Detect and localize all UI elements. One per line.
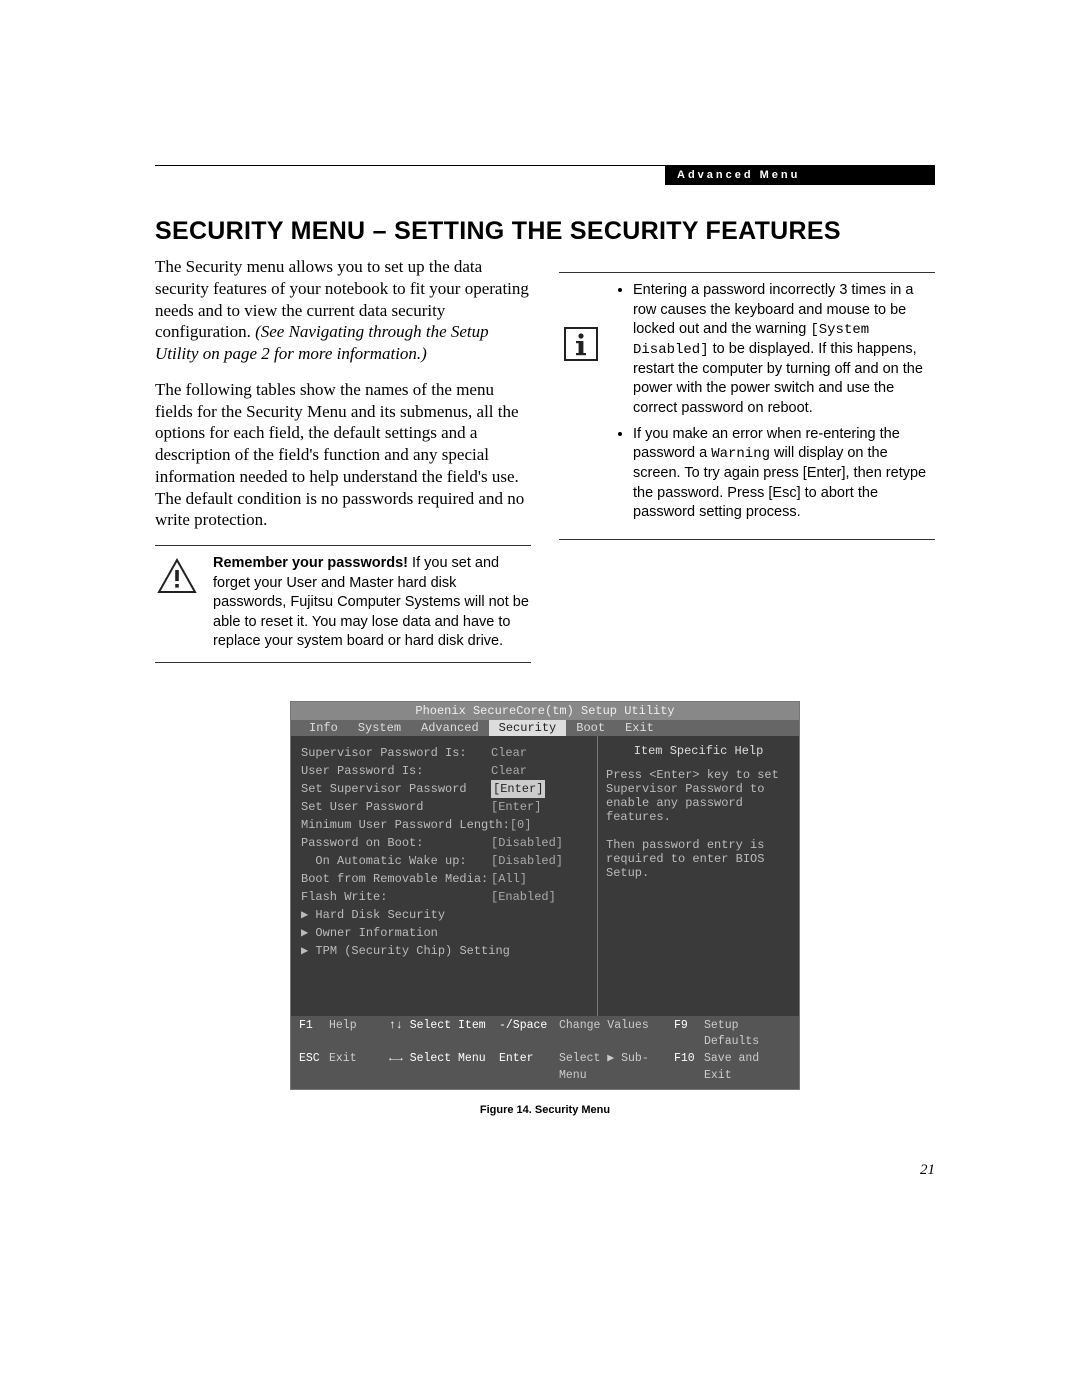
bios-field-label: User Password Is: [301, 762, 491, 780]
bios-field-label: Supervisor Password Is: [301, 744, 491, 762]
bios-field-label: Boot from Removable Media: [301, 870, 491, 888]
bios-field-row: On Automatic Wake up:[Disabled] [301, 852, 591, 870]
b1a: Entering a password incorrectly 3 times … [633, 282, 913, 337]
intro-paragraph-2: The following tables show the names of t… [155, 379, 531, 531]
info-text: Entering a password incorrectly 3 times … [617, 281, 935, 529]
select-submenu-label: Select ▶ Sub-Menu [559, 1051, 674, 1084]
bios-field-label: Minimum User Password Length: [301, 816, 510, 834]
bios-field-value: Clear [491, 744, 527, 762]
page-title: SECURITY MENU – SETTING THE SECURITY FEA… [155, 217, 935, 246]
bios-field-label: Flash Write: [301, 888, 491, 906]
left-column: The Security menu allows you to set up t… [155, 256, 531, 663]
arrows-lr: ←→ Select Menu [389, 1051, 499, 1084]
bios-footer-row-2: ESC Exit ←→ Select Menu Enter Select ▶ S… [299, 1051, 791, 1084]
setup-defaults-label: Setup Defaults [704, 1018, 791, 1051]
bios-field-value: [Disabled] [491, 852, 563, 870]
bios-tab-security: Security [489, 720, 567, 736]
bios-footer: F1 Help ↑↓ Select Item -/Space Change Va… [291, 1016, 799, 1089]
bios-field-value: Clear [491, 762, 527, 780]
bios-field-value: [0] [510, 816, 532, 834]
bios-figure: Phoenix SecureCore(tm) Setup Utility Inf… [290, 701, 800, 1116]
warning-icon [155, 554, 199, 594]
bios-tab-bar: InfoSystemAdvancedSecurityBootExit [291, 720, 799, 736]
f10-key: F10 [674, 1051, 704, 1084]
f1-label: Help [329, 1018, 389, 1051]
bios-field-row: Set Supervisor Password[Enter] [301, 780, 591, 798]
f9-key: F9 [674, 1018, 704, 1051]
info-bullet-1: Entering a password incorrectly 3 times … [633, 281, 935, 419]
bios-field-label: ▶ Hard Disk Security [301, 906, 491, 924]
f1-key: F1 [299, 1018, 329, 1051]
bios-field-label: On Automatic Wake up: [301, 852, 491, 870]
enter-key: Enter [499, 1051, 559, 1084]
exit-label: Exit [329, 1051, 389, 1084]
info-icon [559, 281, 603, 361]
warning-callout: Remember your passwords! If you set and … [155, 545, 531, 663]
bios-tab-boot: Boot [566, 720, 615, 736]
bios-field-value: [Enter] [491, 780, 545, 798]
esc-key: ESC [299, 1051, 329, 1084]
document-page: Advanced Menu SECURITY MENU – SETTING TH… [0, 0, 1080, 1397]
bios-fields-panel: Supervisor Password Is:ClearUser Passwor… [291, 736, 597, 1016]
arrows-ud: ↑↓ Select Item [389, 1018, 499, 1051]
bios-field-value: [Enter] [491, 798, 541, 816]
bios-field-row: Password on Boot:[Disabled] [301, 834, 591, 852]
info-callout: Entering a password incorrectly 3 times … [559, 272, 935, 540]
bios-field-label: Set User Password [301, 798, 491, 816]
bios-tab-info: Info [299, 720, 348, 736]
bios-field-label: ▶ TPM (Security Chip) Setting [301, 942, 510, 960]
bios-field-label: Password on Boot: [301, 834, 491, 852]
bios-field-value: [Disabled] [491, 834, 563, 852]
bios-title: Phoenix SecureCore(tm) Setup Utility [291, 702, 799, 720]
b2-code: Warning [711, 446, 770, 462]
bios-window: Phoenix SecureCore(tm) Setup Utility Inf… [290, 701, 800, 1090]
bios-field-row: User Password Is:Clear [301, 762, 591, 780]
bios-body: Supervisor Password Is:ClearUser Passwor… [291, 736, 799, 1016]
bios-tab-advanced: Advanced [411, 720, 489, 736]
warning-bold: Remember your passwords! [213, 555, 408, 571]
body-columns: The Security menu allows you to set up t… [155, 256, 935, 663]
bios-field-row: ▶ Owner Information [301, 924, 591, 942]
bios-field-row: ▶ Hard Disk Security [301, 906, 591, 924]
bios-field-value: [Enabled] [491, 888, 556, 906]
change-values-label: Change Values [559, 1018, 674, 1051]
bios-field-row: Supervisor Password Is:Clear [301, 744, 591, 762]
bios-footer-row-1: F1 Help ↑↓ Select Item -/Space Change Va… [299, 1018, 791, 1051]
bios-help-body: Press <Enter> key to set Supervisor Pass… [606, 768, 791, 880]
right-column: Entering a password incorrectly 3 times … [559, 256, 935, 663]
bios-field-row: Minimum User Password Length:[0] [301, 816, 591, 834]
bios-field-row: Set User Password[Enter] [301, 798, 591, 816]
chapter-tag: Advanced Menu [665, 165, 935, 185]
bios-field-row: Flash Write:[Enabled] [301, 888, 591, 906]
intro-paragraph-1: The Security menu allows you to set up t… [155, 256, 531, 365]
page-number: 21 [920, 1162, 935, 1179]
bios-field-row: Boot from Removable Media:[All] [301, 870, 591, 888]
save-exit-label: Save and Exit [704, 1051, 791, 1084]
bios-help-panel: Item Specific Help Press <Enter> key to … [597, 736, 799, 1016]
info-bullet-2: If you make an error when re-entering th… [633, 425, 935, 523]
bios-field-label: Set Supervisor Password [301, 780, 491, 798]
bios-help-title: Item Specific Help [606, 744, 791, 758]
space-key: -/Space [499, 1018, 559, 1051]
bios-field-label: ▶ Owner Information [301, 924, 491, 942]
bios-field-value: [All] [491, 870, 527, 888]
bios-tab-exit: Exit [615, 720, 664, 736]
bios-field-row: ▶ TPM (Security Chip) Setting [301, 942, 591, 960]
bios-tab-system: System [348, 720, 411, 736]
warning-text: Remember your passwords! If you set and … [213, 554, 531, 652]
figure-caption: Figure 14. Security Menu [290, 1104, 800, 1116]
